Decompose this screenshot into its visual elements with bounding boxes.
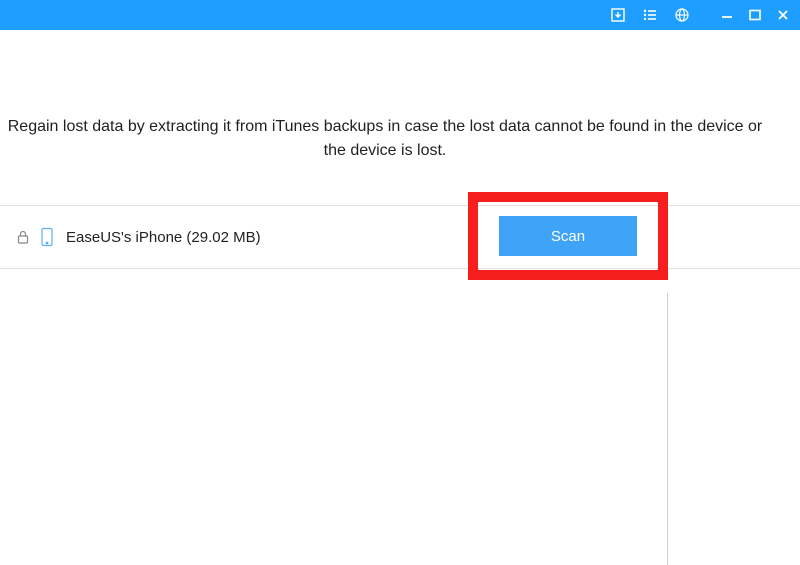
window-controls — [718, 6, 792, 24]
panel-divider — [667, 293, 668, 565]
lock-icon — [16, 229, 30, 245]
maximize-button[interactable] — [746, 6, 764, 24]
phone-icon — [40, 227, 54, 247]
scan-button[interactable]: Scan — [499, 216, 637, 256]
description-text: Regain lost data by extracting it from i… — [0, 30, 800, 183]
globe-icon[interactable] — [672, 5, 692, 25]
titlebar — [0, 0, 800, 30]
backup-name: EaseUS's iPhone (29.02 MB) — [66, 229, 780, 246]
backup-row[interactable]: EaseUS's iPhone (29.02 MB) — [0, 205, 800, 269]
list-icon[interactable] — [640, 5, 660, 25]
download-icon[interactable] — [608, 5, 628, 25]
main-content: Regain lost data by extracting it from i… — [0, 30, 800, 565]
scan-highlight: Scan — [468, 192, 668, 280]
close-button[interactable] — [774, 6, 792, 24]
backup-row-wrapper: EaseUS's iPhone (29.02 MB) Scan — [0, 205, 800, 269]
titlebar-icons — [608, 5, 792, 25]
minimize-button[interactable] — [718, 6, 736, 24]
